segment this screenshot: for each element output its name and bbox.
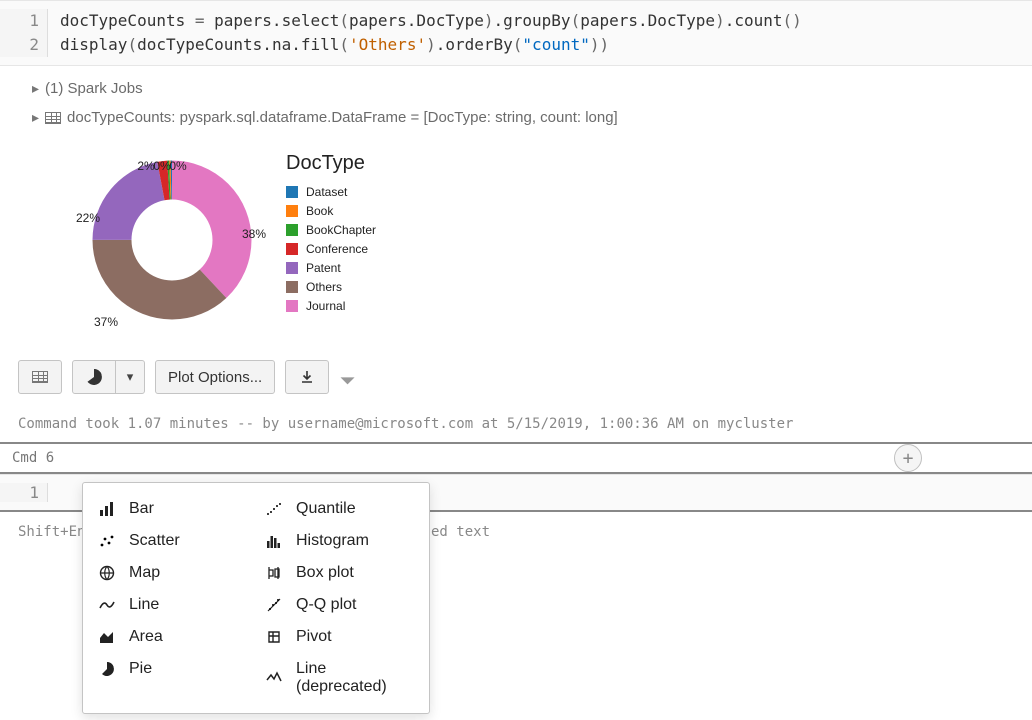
- slice-label-2: 2%: [137, 159, 154, 173]
- menu-item-map[interactable]: Map: [91, 557, 254, 589]
- code-line-2[interactable]: display(docTypeCounts.na.fill('Others').…: [48, 33, 609, 57]
- line-icon: [99, 597, 119, 613]
- slice-label-0a: 0%: [153, 159, 170, 173]
- slice-label-38: 38%: [242, 227, 266, 241]
- table-view-button[interactable]: [18, 360, 62, 394]
- legend-item: Conference: [286, 242, 376, 256]
- donut-chart: 38% 37% 22% 2% 0% 0% DocType Dataset Boo…: [82, 150, 1020, 330]
- pie-icon: [99, 661, 119, 677]
- chart-type-dropdown[interactable]: [115, 360, 145, 394]
- expand-icon: [32, 80, 39, 97]
- menu-item-qqplot[interactable]: Q-Q plot: [258, 589, 421, 621]
- legend-item: Dataset: [286, 185, 376, 199]
- menu-item-pie[interactable]: Pie: [91, 653, 254, 685]
- plus-icon: +: [903, 448, 914, 469]
- qq-icon: [266, 597, 286, 613]
- scatter-icon: [99, 533, 119, 549]
- chart-type-menu: Bar Scatter Map Line Area Pie: [82, 482, 430, 714]
- slice-label-37: 37%: [94, 315, 118, 329]
- slice-label-0b: 0%: [169, 159, 186, 173]
- table-icon: [32, 371, 48, 383]
- pivot-icon: [266, 629, 286, 645]
- command-bar: Cmd 6 +: [0, 442, 1032, 474]
- menu-item-line-deprecated[interactable]: Line (deprecated): [258, 653, 421, 703]
- result-toolbar: Plot Options... ◢: [18, 360, 1032, 402]
- pie-icon: [85, 368, 103, 386]
- quantile-icon: [266, 501, 286, 517]
- menu-item-area[interactable]: Area: [91, 621, 254, 653]
- gutter-line-1: 1: [0, 9, 48, 33]
- gutter-line-2: 2: [0, 33, 48, 57]
- download-button[interactable]: [285, 360, 329, 394]
- spark-jobs-row[interactable]: (1) Spark Jobs: [32, 74, 1020, 103]
- legend-item: BookChapter: [286, 223, 376, 237]
- code-cell[interactable]: 1 docTypeCounts = papers.select(papers.D…: [0, 0, 1032, 66]
- area-icon: [99, 629, 119, 645]
- legend-item: Patent: [286, 261, 376, 275]
- histogram-icon: [266, 533, 286, 549]
- schema-row[interactable]: docTypeCounts: pyspark.sql.dataframe.Dat…: [32, 103, 1020, 132]
- menu-item-histogram[interactable]: Histogram: [258, 525, 421, 557]
- menu-item-scatter[interactable]: Scatter: [91, 525, 254, 557]
- slice-label-22: 22%: [76, 211, 100, 225]
- add-cell-button[interactable]: +: [894, 444, 922, 472]
- line-deprecated-icon: [266, 670, 286, 686]
- menu-item-line[interactable]: Line: [91, 589, 254, 621]
- boxplot-icon: [266, 565, 286, 581]
- menu-item-bar[interactable]: Bar: [91, 493, 254, 525]
- legend-item: Others: [286, 280, 376, 294]
- cell-footer: Command took 1.07 minutes -- by username…: [18, 412, 1032, 442]
- command-label: Cmd 6: [12, 450, 54, 466]
- donut-svg: [82, 150, 262, 330]
- globe-icon: [99, 565, 119, 581]
- menu-item-pivot[interactable]: Pivot: [258, 621, 421, 653]
- legend-item: Journal: [286, 299, 376, 313]
- chart-view-button[interactable]: [72, 360, 116, 394]
- resize-handle-icon[interactable]: ◢: [339, 368, 357, 386]
- schema-text: docTypeCounts: pyspark.sql.dataframe.Dat…: [67, 109, 618, 126]
- download-icon: [300, 370, 314, 384]
- plot-options-button[interactable]: Plot Options...: [155, 360, 275, 394]
- expand-icon: [32, 109, 39, 126]
- chart-title: DocType: [286, 152, 376, 175]
- code-line-empty[interactable]: [48, 483, 70, 502]
- gutter-line-1: 1: [0, 483, 48, 502]
- legend-item: Book: [286, 204, 376, 218]
- spark-jobs-label: (1) Spark Jobs: [45, 80, 143, 97]
- table-icon: [45, 112, 61, 124]
- menu-item-boxplot[interactable]: Box plot: [258, 557, 421, 589]
- menu-item-quantile[interactable]: Quantile: [258, 493, 421, 525]
- bar-icon: [99, 501, 119, 517]
- code-line-1[interactable]: docTypeCounts = papers.select(papers.Doc…: [48, 9, 802, 33]
